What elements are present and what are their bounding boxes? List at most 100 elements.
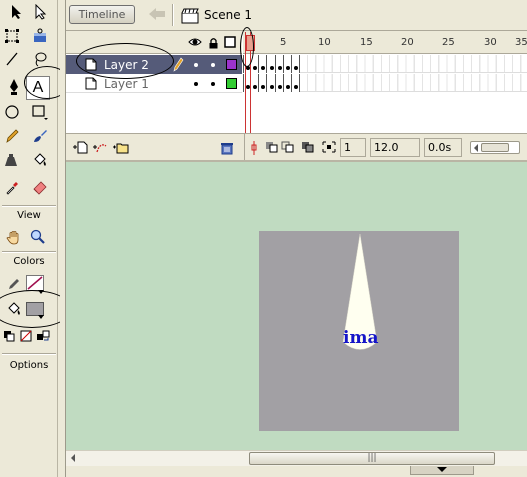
keyframe-cell[interactable] [259,55,268,73]
keyframe-cell[interactable] [259,74,268,92]
timeline-panel: Layer 2 Layer 1 1 5 [66,27,527,171]
keyframe-cell[interactable] [267,74,276,92]
keyframe-cell[interactable] [292,55,301,73]
keyframe-dot [253,66,258,70]
properties-panel-edge [66,466,527,477]
keyframe-cell[interactable] [275,74,284,92]
layer-row-layer-2[interactable]: Layer 2 [66,55,242,74]
lock-dot[interactable] [211,82,215,86]
layer-outline-color[interactable] [226,78,237,89]
edit-multiple-frames-icon[interactable] [301,141,315,153]
hand-tool-icon[interactable] [2,225,26,249]
back-arrow-icon[interactable] [148,7,166,21]
text-tool-icon[interactable]: A [26,76,50,100]
fill-transform-tool-icon[interactable] [28,24,52,48]
visibility-dot[interactable] [194,63,198,67]
layers-header [66,32,242,54]
subselect-tool-icon[interactable] [28,0,52,24]
scroll-left-icon[interactable] [473,144,479,152]
ink-bottle-tool-icon[interactable] [0,148,24,172]
onion-skin-outlines-icon[interactable] [281,141,295,153]
keyframe-dot [294,85,299,89]
paint-bucket-tool-icon[interactable] [28,148,52,172]
lasso-tool-icon[interactable] [28,47,52,71]
stage-scroll-thumb[interactable]: ||| [249,452,495,465]
keyframe-dot [269,85,274,89]
ruler-number: 35 [515,37,527,48]
lock-dot[interactable] [211,63,215,67]
properties-collapse-tab[interactable] [410,466,474,475]
keyframe-dot [269,66,274,70]
keyframe-dot [286,85,290,89]
zoom-tool-icon[interactable] [26,225,50,249]
keyframe-cell[interactable] [251,74,260,92]
elapsed-time-field: 0.0s [424,138,462,157]
eyedropper-tool-icon[interactable] [0,175,24,199]
delete-layer-trash-icon[interactable] [220,141,234,155]
stage-canvas[interactable]: ima [259,231,459,431]
ruler-number: 10 [318,37,331,48]
pen-tool-icon[interactable] [2,75,26,99]
empty-frames[interactable] [300,74,527,92]
toolbar-separator [172,4,174,26]
stage-text[interactable]: ima [343,328,378,348]
add-motion-guide-icon[interactable] [92,141,110,154]
current-frame-field: 1 [340,138,366,157]
no-color-icon[interactable] [17,327,35,345]
options-section-label: Options [9,360,49,371]
keyframe-cell[interactable] [284,74,292,92]
scroll-left-arrow-icon[interactable] [70,454,76,462]
layer-outline-color[interactable] [226,59,237,70]
free-transform-tool-icon[interactable] [0,24,24,48]
ruler-number: 30 [484,37,497,48]
rectangle-tool-icon[interactable] [28,100,52,124]
keyframe-cell[interactable] [275,55,284,73]
keyframe-cell[interactable] [267,55,276,73]
frame-rate-field[interactable]: 12.0 fps [370,138,420,171]
main-area: Timeline Scene 1 Layer 2 Layer 1 5 10 15… [60,0,527,477]
tools-panel: A View Colors Options [0,0,72,477]
edit-pencil-icon [173,57,184,72]
keyframe-cell[interactable] [284,55,292,73]
fill-bucket-icon [2,297,26,321]
visibility-dot[interactable] [194,82,198,86]
empty-frames[interactable] [300,55,527,73]
fill-color-swatch[interactable] [26,302,44,319]
tools-separator [2,251,56,253]
stroke-pencil-icon [2,272,26,296]
center-frame-icon[interactable] [249,141,259,155]
stroke-color-swatch[interactable] [26,275,44,294]
oval-tool-icon[interactable] [0,100,24,124]
edit-bar: Timeline Scene 1 [66,0,527,31]
layer-name: Layer 1 [104,77,149,91]
keyframe-cell[interactable] [292,74,301,92]
ruler-number: 25 [442,37,455,48]
swap-colors-icon[interactable] [34,327,52,345]
outline-toggle-icon[interactable] [224,36,236,48]
show-hide-eye-icon[interactable] [188,37,202,47]
insert-layer-folder-icon[interactable] [112,141,130,154]
lock-icon[interactable] [208,37,219,49]
keyframe-dot [277,85,282,89]
collapse-arrow-icon[interactable] [437,467,447,473]
arrow-tool-icon[interactable] [4,0,28,24]
flash-authoring-window: A View Colors Options Timeline Scene 1 L… [0,0,527,477]
view-section-label: View [17,210,41,221]
line-tool-icon[interactable] [0,47,24,71]
insert-layer-icon[interactable] [72,141,90,154]
timeline-scroll-thumb[interactable] [481,143,509,152]
modify-onion-markers-icon[interactable] [322,141,336,153]
scene-clapper-icon [181,8,199,24]
eraser-tool-icon[interactable] [28,175,52,199]
layer-name: Layer 2 [104,58,149,72]
brush-tool-icon[interactable] [28,124,52,148]
keyframe-cell[interactable] [251,55,260,73]
layer-row-layer-1[interactable]: Layer 1 [66,74,242,93]
stage-horizontal-scrollbar[interactable]: ||| [66,450,527,466]
onion-skin-icon[interactable] [265,141,279,153]
playhead-handle[interactable] [246,35,255,51]
pencil-tool-icon[interactable] [0,124,24,148]
timeline-horizontal-scrollbar[interactable] [470,141,520,154]
default-colors-icon[interactable] [0,327,18,345]
timeline-toggle-button[interactable]: Timeline [69,5,135,24]
